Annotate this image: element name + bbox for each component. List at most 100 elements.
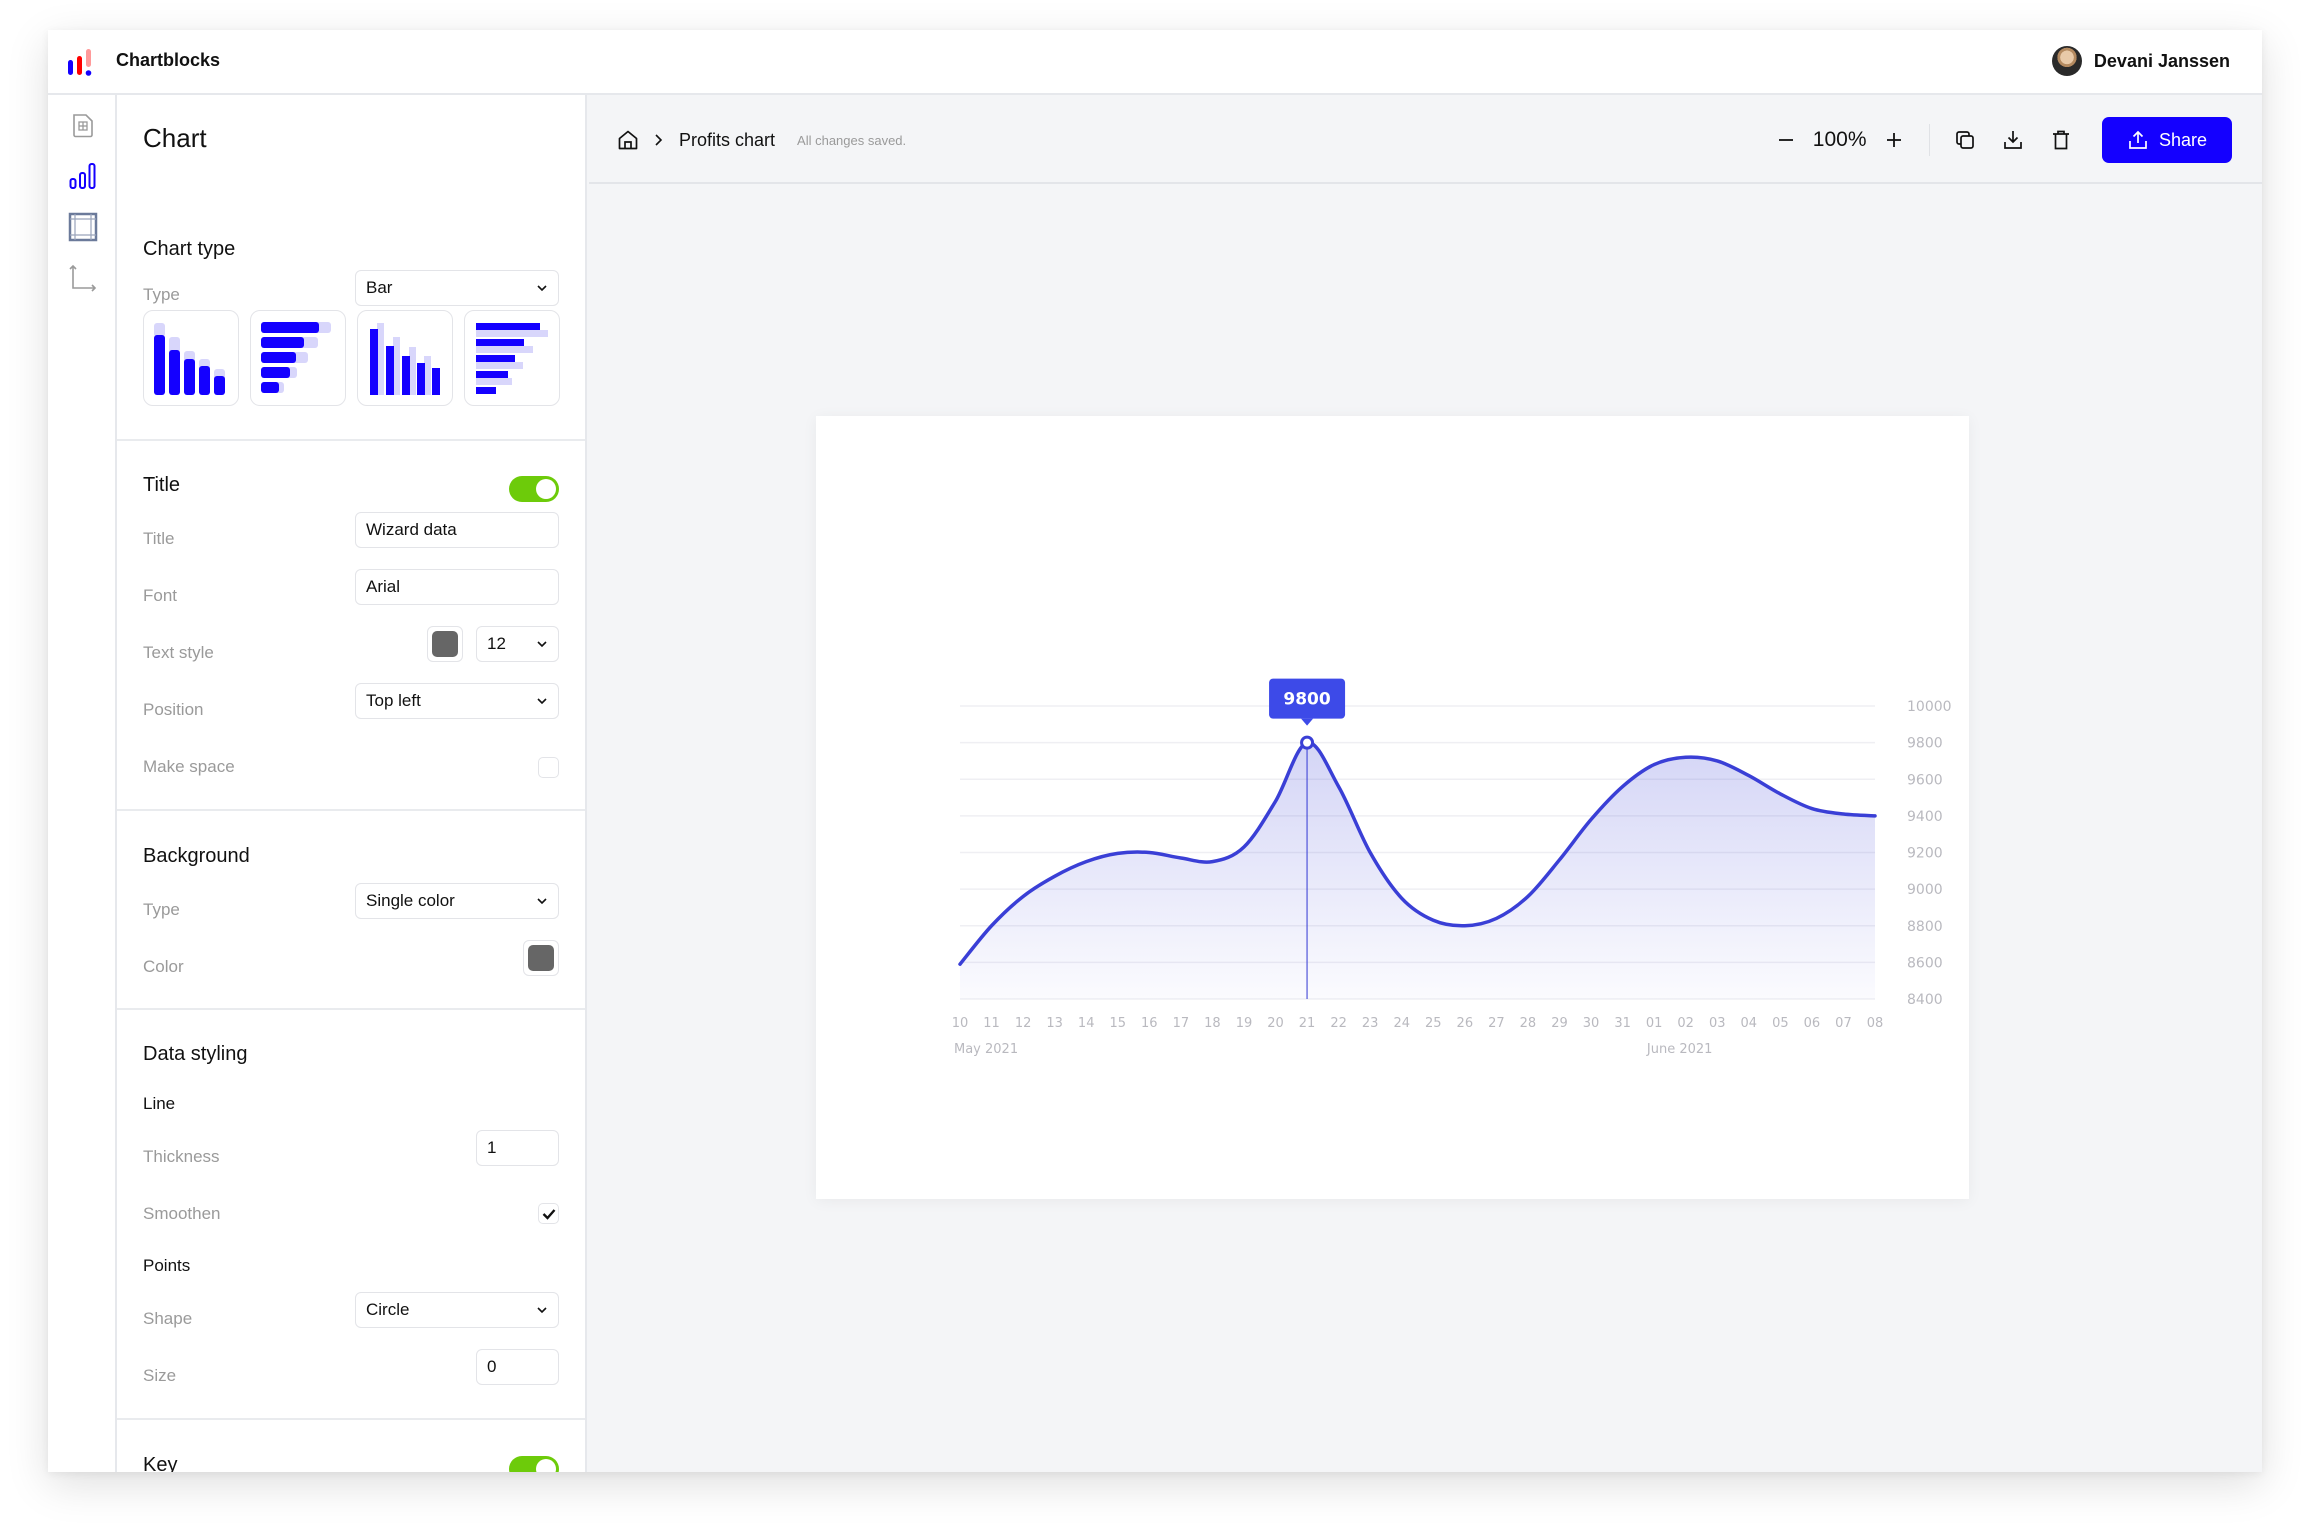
rail-item-axes[interactable] bbox=[68, 263, 98, 293]
y-axis: 10000 9800 9600 9400 9200 9000 8800 8600 8400 bbox=[1907, 699, 1952, 1008]
top-bar: Chartblocks Devani Janssen bbox=[48, 30, 2262, 95]
download-button[interactable] bbox=[1998, 125, 2028, 155]
position-label: Position bbox=[143, 700, 204, 719]
thickness-label: Thickness bbox=[143, 1147, 220, 1166]
x-tick-label: 31 bbox=[1614, 1016, 1631, 1031]
document-grid-icon bbox=[73, 114, 93, 138]
size-input[interactable]: 0 bbox=[476, 1349, 559, 1385]
background-type-label: Type bbox=[143, 900, 180, 919]
key-toggle[interactable] bbox=[509, 1456, 559, 1472]
title-label: Title bbox=[143, 529, 175, 548]
data-styling-section: Data styling Line Thickness 1 Smoothen P… bbox=[117, 1010, 585, 1420]
text-style-label: Text style bbox=[143, 643, 214, 662]
user-menu[interactable]: Devani Janssen bbox=[2051, 46, 2230, 76]
frame-layout-icon bbox=[68, 212, 98, 242]
x-tick-label: 30 bbox=[1583, 1016, 1600, 1031]
user-avatar[interactable] bbox=[2051, 46, 2082, 76]
chart-type-select[interactable]: Bar bbox=[355, 270, 559, 306]
position-select[interactable]: Top left bbox=[355, 683, 559, 719]
points-subheading: Points bbox=[143, 1256, 191, 1275]
share-upload-icon bbox=[2129, 130, 2147, 149]
chart-canvas[interactable]: 10000 9800 9600 9400 9200 9000 8800 8600 8400 10… bbox=[816, 416, 1969, 1199]
chevron-down-icon bbox=[537, 1307, 547, 1314]
share-button[interactable]: Share bbox=[2102, 117, 2232, 163]
make-space-checkbox[interactable] bbox=[538, 757, 559, 778]
home-icon[interactable] bbox=[617, 129, 639, 151]
delete-button[interactable] bbox=[2046, 125, 2076, 155]
y-tick-label: 10000 bbox=[1907, 699, 1952, 715]
thumb-offset-bar[interactable] bbox=[464, 310, 560, 406]
toolbar-divider bbox=[1928, 124, 1930, 156]
text-size-select[interactable]: 12 bbox=[476, 626, 559, 662]
copy-icon bbox=[1956, 131, 1974, 149]
title-input-value: Wizard data bbox=[366, 520, 457, 539]
shape-select[interactable]: Circle bbox=[355, 1292, 559, 1328]
make-space-label: Make space bbox=[143, 757, 235, 776]
rail-item-data[interactable] bbox=[68, 110, 98, 140]
background-section: Background Type Single color Color bbox=[117, 811, 585, 1010]
download-icon bbox=[2004, 131, 2022, 149]
x-tick-label: 11 bbox=[983, 1016, 1000, 1031]
x-tick-label: 13 bbox=[1046, 1016, 1063, 1031]
duplicate-button[interactable] bbox=[1950, 125, 1980, 155]
background-color-picker[interactable] bbox=[523, 940, 559, 976]
chevron-down-icon bbox=[537, 898, 547, 905]
offset-bar-icon bbox=[476, 323, 548, 394]
x-tick-label: 22 bbox=[1330, 1016, 1347, 1031]
zoom-out-button[interactable] bbox=[1771, 125, 1801, 155]
x-tick-label: 07 bbox=[1835, 1016, 1852, 1031]
grouped-bar-icon bbox=[261, 322, 331, 393]
title-input[interactable]: Wizard data bbox=[355, 512, 559, 548]
title-heading: Title bbox=[143, 474, 181, 496]
x-tick-label: 04 bbox=[1741, 1016, 1758, 1031]
text-color-picker[interactable] bbox=[427, 626, 463, 662]
app-name: Chartblocks bbox=[116, 50, 221, 70]
thumb-offset-column[interactable] bbox=[357, 310, 453, 406]
title-toggle[interactable] bbox=[509, 476, 559, 502]
line-chart: 10000 9800 9600 9400 9200 9000 8800 8600 8400 10… bbox=[952, 678, 1952, 1057]
rail-item-layout[interactable] bbox=[68, 212, 98, 242]
save-status: All changes saved. bbox=[797, 132, 907, 148]
chart-type-value: Bar bbox=[366, 278, 393, 297]
font-input-value: Arial bbox=[366, 577, 401, 596]
chevron-down-icon bbox=[537, 641, 547, 648]
shape-label: Shape bbox=[143, 1309, 193, 1328]
rail-item-chart[interactable] bbox=[68, 161, 98, 191]
chevron-down-icon bbox=[537, 285, 547, 292]
breadcrumb: Profits chart All changes saved. bbox=[617, 129, 906, 151]
chart-type-thumbnails bbox=[143, 310, 560, 406]
x-group-label: May 2021 bbox=[954, 1042, 1018, 1057]
chart-name[interactable]: Profits chart bbox=[679, 130, 775, 151]
size-label: Size bbox=[143, 1366, 177, 1385]
y-tick-label: 9000 bbox=[1907, 882, 1943, 898]
thumb-grouped-bar[interactable] bbox=[250, 310, 346, 406]
smoothen-checkbox[interactable] bbox=[538, 1203, 559, 1224]
key-heading: Key bbox=[143, 1454, 178, 1472]
app-window: Chartblocks Devani Janssen Chart Chart t… bbox=[48, 30, 2262, 1472]
icon-rail bbox=[48, 95, 117, 1472]
chart-type-heading: Chart type bbox=[143, 238, 236, 260]
font-input[interactable]: Arial bbox=[355, 569, 559, 605]
x-tick-label: 05 bbox=[1772, 1016, 1789, 1031]
chart-type-label: Type bbox=[143, 285, 180, 304]
background-color-swatch bbox=[528, 945, 554, 971]
thumb-grouped-column[interactable] bbox=[143, 310, 239, 406]
chart-type-section: Chart type Type Bar bbox=[117, 95, 585, 441]
plus-icon bbox=[1886, 133, 1901, 147]
x-tick-label: 23 bbox=[1362, 1016, 1379, 1031]
background-type-value: Single color bbox=[366, 891, 455, 910]
chartblocks-logo-icon[interactable] bbox=[66, 48, 96, 78]
background-color-label: Color bbox=[143, 957, 184, 976]
thickness-input[interactable]: 1 bbox=[476, 1130, 559, 1166]
title-section: Title Title Wizard data Font Arial Text … bbox=[117, 441, 585, 811]
zoom-in-button[interactable] bbox=[1879, 125, 1909, 155]
size-value: 0 bbox=[487, 1357, 497, 1376]
x-tick-label: 06 bbox=[1804, 1016, 1821, 1031]
x-tick-label: 19 bbox=[1236, 1016, 1253, 1031]
bar-chart-icon bbox=[69, 163, 96, 189]
editor-toolbar: Profits chart All changes saved. 100% Sh… bbox=[589, 95, 2262, 184]
background-type-select[interactable]: Single color bbox=[355, 883, 559, 919]
y-tick-label: 9800 bbox=[1907, 736, 1943, 752]
x-tick-label: 27 bbox=[1488, 1016, 1505, 1031]
y-tick-label: 9600 bbox=[1907, 772, 1943, 788]
